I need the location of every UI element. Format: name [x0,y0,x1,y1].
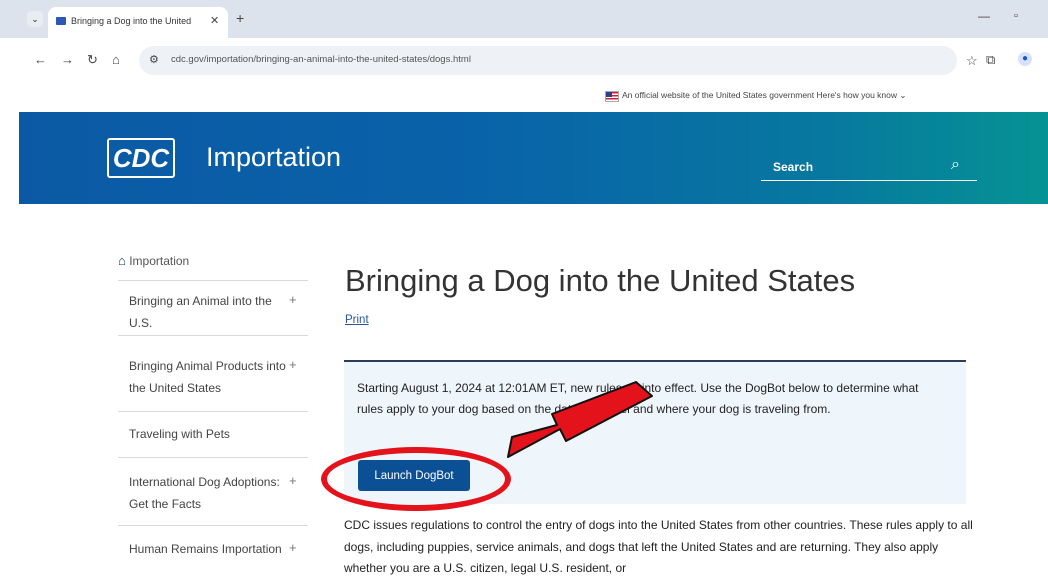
browser-tab[interactable]: Bringing a Dog into the United ✕ [48,7,228,38]
address-bar[interactable]: ⚙ cdc.gov/importation/bringing-an-animal… [139,46,957,75]
extensions-icon[interactable]: ⧉ [986,52,995,68]
sidebar-item-label: International Dog Adoptions: Get the Fac… [129,475,280,511]
house-icon: ⌂ [118,253,126,268]
highlight-ellipse [321,447,511,511]
sidebar-item-human-remains[interactable]: Human Remains Importation + [118,525,308,586]
sidebar-item-traveling-pets[interactable]: Traveling with Pets [118,411,308,458]
search-placeholder: Search [773,160,814,174]
cdc-logo[interactable]: CDC [107,138,175,178]
favicon-icon [56,17,66,25]
print-link[interactable]: Print [345,314,369,326]
url-text[interactable]: cdc.gov/importation/bringing-an-animal-i… [171,54,471,65]
reload-icon[interactable]: ↻ [87,53,98,67]
search-input[interactable]: Search ⌕ [761,152,977,181]
page-title: Bringing a Dog into the United States [345,263,856,298]
restore-icon[interactable]: ▫ [1014,10,1018,22]
site-title[interactable]: Importation [206,142,341,173]
minimize-icon[interactable]: — [978,9,990,23]
site-info-icon[interactable]: ⚙ [149,53,159,66]
sidebar-item-label: Bringing Animal Products into the United… [129,359,286,395]
red-arrow-icon [507,381,653,458]
tab-list-icon[interactable]: ⌄ [27,11,43,27]
gov-banner: An official website of the United States… [0,86,1048,112]
sidebar-item-label: Traveling with Pets [129,427,230,441]
sidebar-item-label: Human Remains Importation [129,542,282,556]
forward-arrow-icon[interactable]: → [61,53,74,67]
home-icon[interactable]: ⌂ [112,53,120,67]
new-tab-button[interactable]: + [236,10,244,26]
expand-plus-icon[interactable]: + [289,357,297,372]
gov-banner-text[interactable]: An official website of the United States… [622,90,907,101]
sidebar-item-dog-adoptions[interactable]: International Dog Adoptions: Get the Fac… [118,457,308,526]
browser-toolbar: ← → ↻ ⌂ ⚙ cdc.gov/importation/bringing-a… [0,38,1048,86]
expand-plus-icon[interactable]: + [289,292,297,307]
profile-icon[interactable]: ● [1018,52,1032,66]
expand-plus-icon[interactable]: + [289,473,297,488]
star-icon[interactable]: ☆ [966,53,978,69]
sidebar-home-link[interactable]: ⌂ Importation [118,253,189,273]
search-icon[interactable]: ⌕ [951,156,960,174]
sidebar-item-bringing-animal[interactable]: Bringing an Animal into the U.S. + [118,280,308,336]
browser-tab-strip: ⌄ Bringing a Dog into the United ✕ + — ▫ [0,0,1048,38]
site-header: CDC Importation Search ⌕ [19,112,1048,204]
body-paragraph: CDC issues regulations to control the en… [344,518,973,575]
tab-close-icon[interactable]: ✕ [210,14,219,27]
sidebar-home-label: Importation [129,254,190,268]
sidebar-item-label: Bringing an Animal into the U.S. [129,294,272,330]
expand-plus-icon[interactable]: + [289,540,297,555]
us-flag-icon [605,91,619,102]
back-arrow-icon[interactable]: ← [34,53,47,67]
tab-title: Bringing a Dog into the United [71,16,192,26]
sidebar-item-animal-products[interactable]: Bringing Animal Products into the United… [118,335,308,412]
